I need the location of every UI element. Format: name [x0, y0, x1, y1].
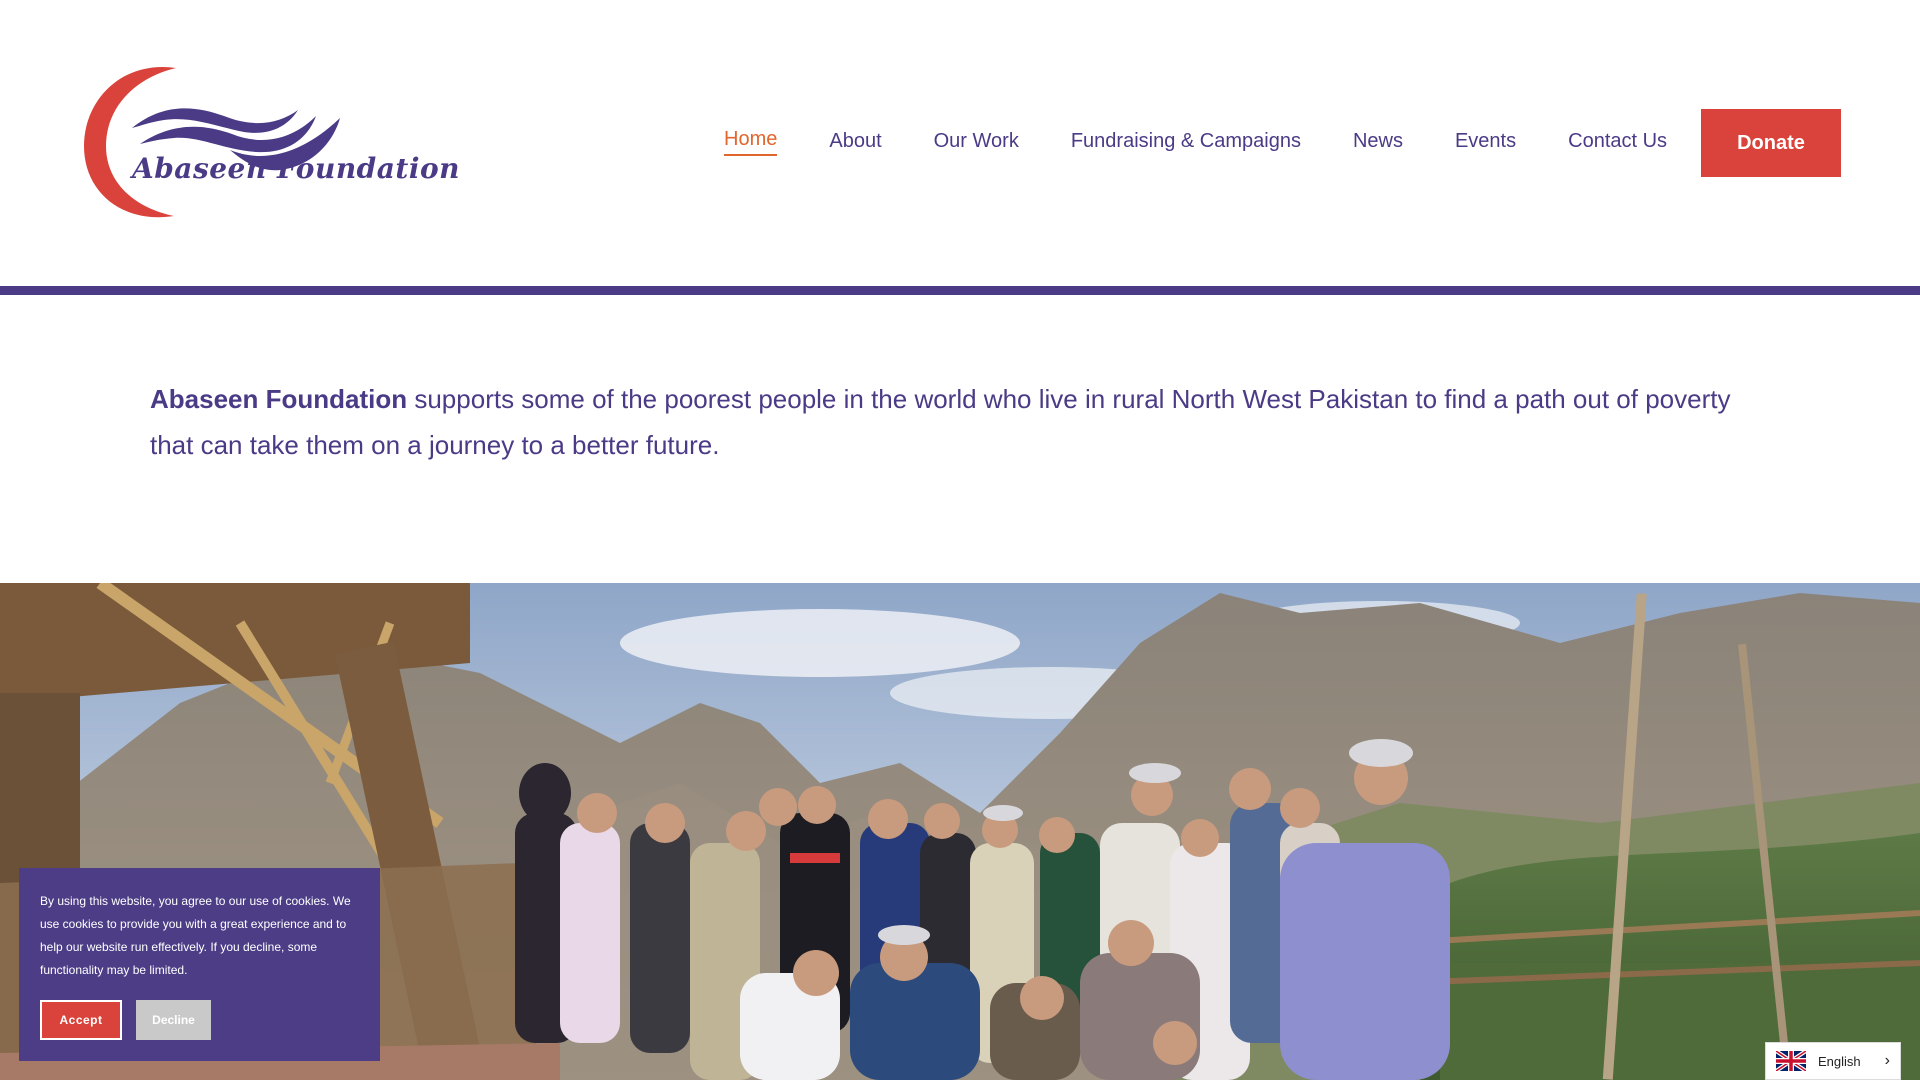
cookie-notice-text: By using this website, you agree to our …: [40, 894, 351, 977]
language-label: English: [1818, 1053, 1861, 1069]
cookie-banner: By using this website, you agree to our …: [19, 868, 380, 1061]
language-switcher[interactable]: English ›: [1765, 1042, 1901, 1080]
donate-button[interactable]: Donate: [1701, 109, 1841, 177]
uk-flag-icon: [1776, 1051, 1806, 1071]
logo-text: Abaseen Foundation: [132, 152, 461, 185]
nav-item-our-work[interactable]: Our Work: [934, 126, 1019, 156]
accept-cookies-button[interactable]: Accept: [40, 1000, 122, 1040]
intro-org-name: Abaseen Foundation: [150, 384, 408, 414]
nav-item-contact-us[interactable]: Contact Us: [1568, 126, 1667, 156]
abaseen-logo[interactable]: Abaseen Foundation: [84, 66, 460, 222]
nav-item-events[interactable]: Events: [1455, 126, 1516, 156]
decline-cookies-button[interactable]: Decline: [136, 1000, 211, 1040]
crescent-waves-logo-icon: [84, 66, 340, 218]
nav-item-fundraising-campaigns[interactable]: Fundraising & Campaigns: [1071, 126, 1301, 156]
intro-section: Abaseen Foundation supports some of the …: [150, 376, 1770, 468]
site-header: Abaseen Foundation Home About Our Work F…: [0, 0, 1920, 286]
intro-paragraph: Abaseen Foundation supports some of the …: [150, 376, 1770, 468]
main-nav: Home About Our Work Fundraising & Campai…: [724, 126, 1667, 156]
cookie-buttons: Accept Decline: [40, 1000, 211, 1040]
nav-item-home[interactable]: Home: [724, 126, 778, 156]
nav-item-news[interactable]: News: [1353, 126, 1403, 156]
nav-item-about[interactable]: About: [829, 126, 881, 156]
chevron-right-icon: ›: [1884, 1052, 1890, 1069]
header-divider: [0, 286, 1920, 295]
